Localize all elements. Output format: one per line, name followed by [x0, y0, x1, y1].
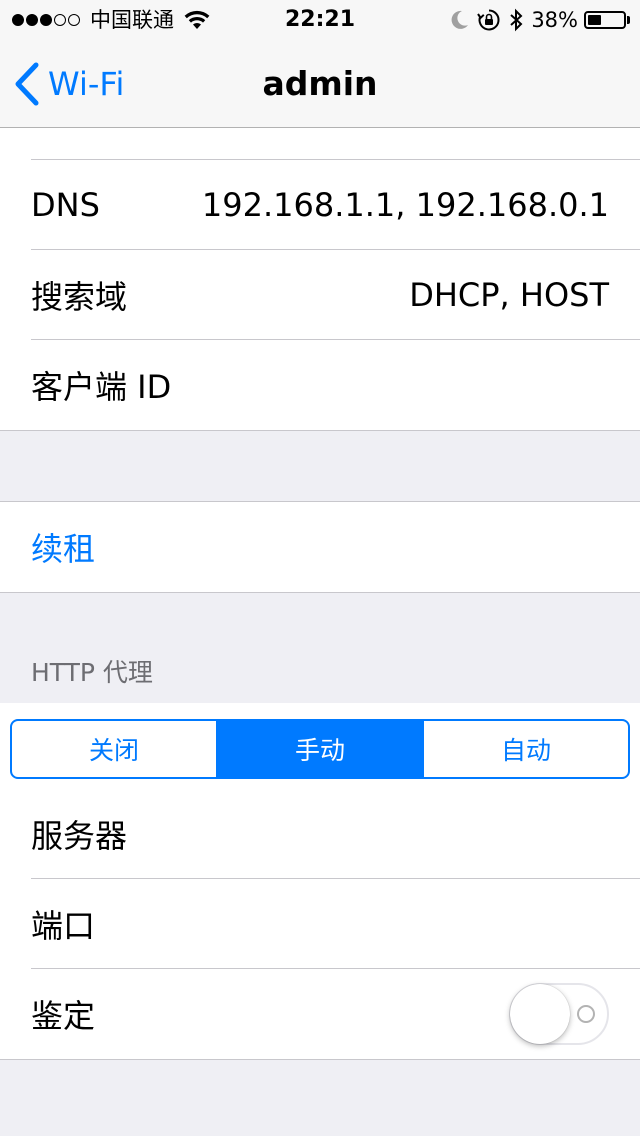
toggle-knob: [510, 984, 570, 1044]
http-proxy-section-header: HTTP 代理: [0, 593, 640, 703]
orientation-lock-icon: [477, 8, 501, 32]
battery-tip: [627, 16, 630, 24]
port-label: 端口: [31, 907, 96, 945]
renew-lease-button[interactable]: 续租: [0, 502, 640, 592]
segment-auto[interactable]: 自动: [422, 721, 628, 777]
renew-lease-group: 续租: [0, 501, 640, 593]
dns-value: 192.168.1.1, 192.168.0.1: [201, 186, 609, 224]
moon-icon: [451, 10, 469, 30]
proxy-mode-segmented-control: 关闭 手动 自动: [10, 719, 630, 779]
server-label: 服务器: [31, 817, 128, 855]
status-right: 38%: [451, 0, 630, 40]
search-domains-value: DHCP, HOST: [409, 276, 609, 314]
segment-off[interactable]: 关闭: [12, 721, 216, 777]
port-row[interactable]: 端口: [0, 879, 640, 969]
bluetooth-icon: [509, 8, 523, 32]
proxy-mode-segment-wrap: 关闭 手动 自动: [0, 703, 640, 789]
toggle-off-indicator-icon: [577, 1005, 595, 1023]
chevron-left-icon: [15, 62, 39, 106]
partial-row-cut-off: [0, 128, 640, 160]
renew-lease-label: 续租: [31, 530, 96, 568]
client-id-row: 客户端 ID: [0, 340, 640, 430]
navigation-bar: Wi-Fi admin: [0, 40, 640, 128]
status-bar: 中国联通 22:21 38%: [0, 0, 640, 40]
authentication-row: 鉴定: [0, 969, 640, 1059]
server-row[interactable]: 服务器: [0, 789, 640, 879]
authentication-toggle[interactable]: [509, 983, 609, 1045]
dns-label: DNS: [31, 186, 100, 224]
back-button[interactable]: Wi-Fi: [14, 40, 124, 128]
settings-content: DNS 192.168.1.1, 192.168.0.1 搜索域 DHCP, H…: [0, 128, 640, 1060]
battery-icon: [584, 11, 626, 29]
dhcp-group: DNS 192.168.1.1, 192.168.0.1 搜索域 DHCP, H…: [0, 128, 640, 431]
segment-manual[interactable]: 手动: [216, 721, 422, 777]
battery-percent: 38%: [531, 8, 578, 32]
client-id-label: 客户端 ID: [31, 368, 172, 406]
search-domains-row: 搜索域 DHCP, HOST: [0, 250, 640, 340]
http-proxy-header-label: HTTP 代理: [31, 658, 153, 687]
back-label: Wi-Fi: [48, 65, 125, 103]
dns-row: DNS 192.168.1.1, 192.168.0.1: [0, 160, 640, 250]
http-proxy-group: 关闭 手动 自动 服务器 端口 鉴定: [0, 703, 640, 1060]
battery-level-fill: [588, 15, 601, 25]
search-domains-label: 搜索域: [31, 278, 128, 316]
